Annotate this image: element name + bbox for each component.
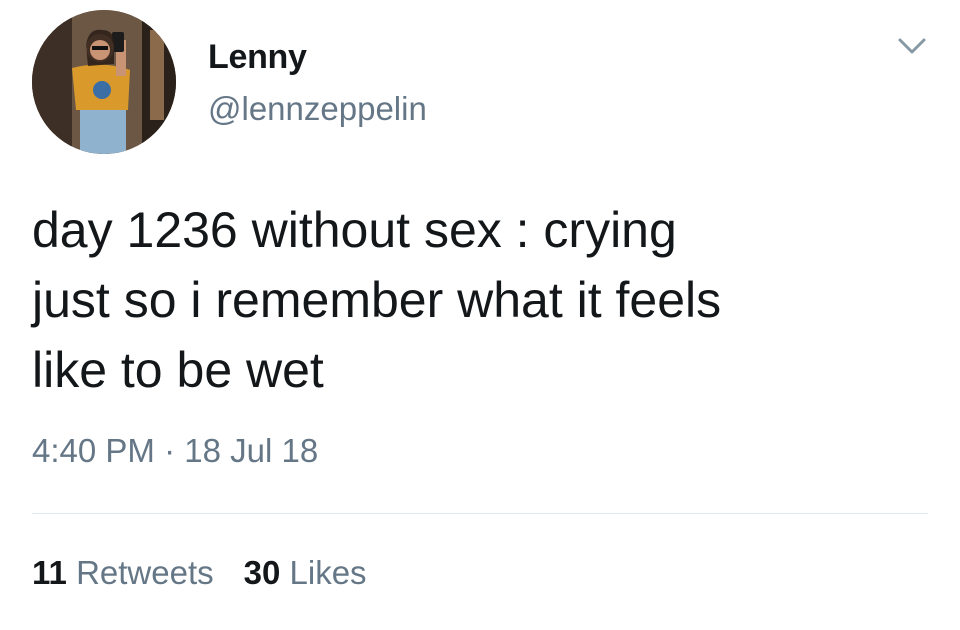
chevron-down-icon[interactable]	[892, 32, 932, 62]
likes-stat[interactable]: 30 Likes	[244, 554, 367, 591]
tweet-date: 18 Jul 18	[184, 432, 319, 469]
retweets-count: 11	[32, 554, 67, 591]
display-name[interactable]: Lenny	[208, 38, 307, 77]
likes-label: Likes	[289, 554, 367, 591]
tweet-text-line: like to be wet	[32, 342, 324, 398]
tweet-timestamp[interactable]: 4:40 PM · 18 Jul 18	[32, 432, 318, 470]
tweet-text-line: day 1236 without sex : crying	[32, 202, 677, 258]
retweets-label: Retweets	[76, 554, 214, 591]
divider	[32, 513, 928, 514]
tweet-text: day 1236 without sex : crying just so i …	[32, 195, 932, 405]
likes-count: 30	[243, 554, 281, 591]
tweet-stats: 11 Retweets 30 Likes	[32, 554, 367, 592]
avatar-image	[32, 10, 176, 154]
avatar[interactable]	[32, 10, 176, 154]
tweet-card: Lenny @lennzeppelin day 1236 without sex…	[0, 0, 960, 630]
retweets-stat[interactable]: 11 Retweets	[32, 554, 214, 591]
tweet-time: 4:40 PM	[32, 432, 155, 469]
timestamp-separator: ·	[164, 432, 176, 469]
user-handle[interactable]: @lennzeppelin	[208, 90, 427, 128]
tweet-text-line: just so i remember what it feels	[32, 272, 722, 328]
